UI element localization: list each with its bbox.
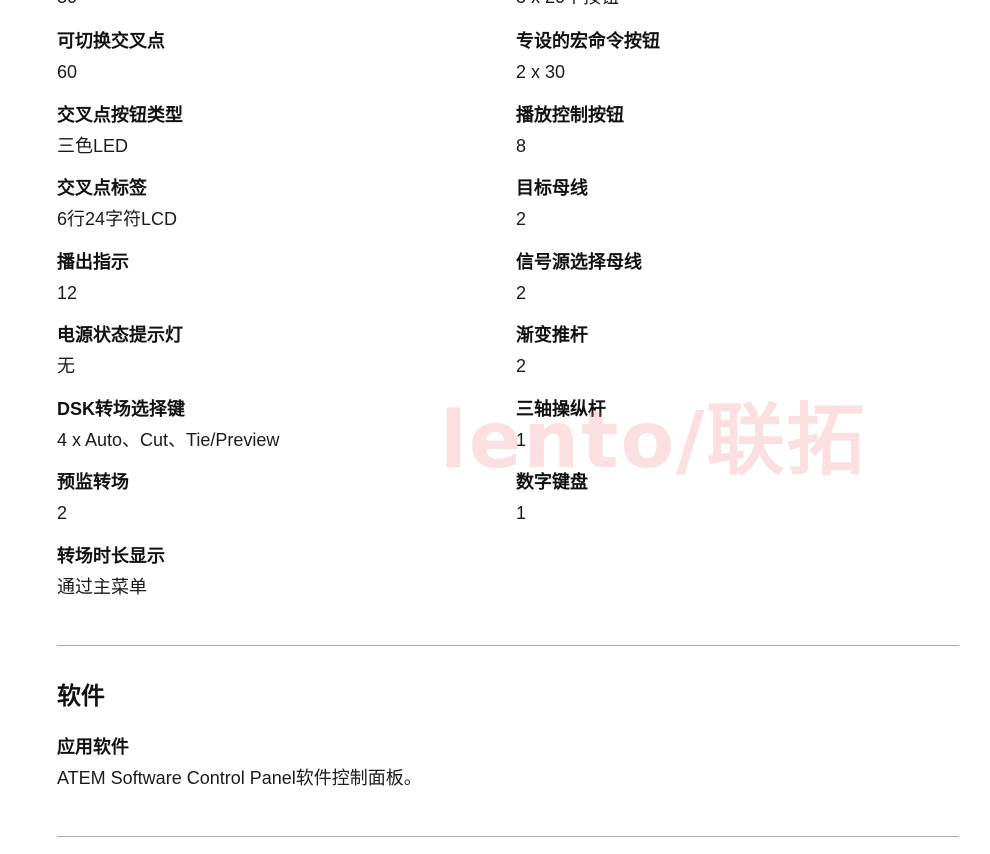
spec-value: 4 x Auto、Cut、Tie/Preview bbox=[57, 430, 280, 450]
spec-value: 2 bbox=[516, 283, 527, 303]
spec-label: 预监转场 bbox=[57, 472, 129, 492]
spec-label: 三轴操纵杆 bbox=[516, 399, 606, 419]
spec-label: 电源状态提示灯 bbox=[57, 325, 183, 345]
spec-value: 1 bbox=[516, 430, 527, 450]
spec-value: 60 bbox=[57, 62, 78, 82]
spec-label: 信号源选择母线 bbox=[516, 252, 642, 272]
spec-item-switchable-crosspoints: 可切换交叉点 60 bbox=[57, 30, 497, 83]
spec-item-crosspoint-button-type: 交叉点按钮类型 三色LED bbox=[57, 104, 497, 157]
spec-label: 交叉点按钮类型 bbox=[57, 105, 183, 125]
spec-item-crosspoint-labels: 交叉点标签 6行24字符LCD bbox=[57, 177, 497, 230]
spec-item-preview-transition: 预监转场 2 bbox=[57, 471, 497, 524]
spec-label: 目标母线 bbox=[516, 178, 588, 198]
spec-item-source-select-bus: 信号源选择母线 2 bbox=[516, 251, 956, 304]
spec-item-tally: 播出指示 12 bbox=[57, 251, 497, 304]
spec-label: 交叉点标签 bbox=[57, 178, 147, 198]
spec-label: 转场时长显示 bbox=[57, 546, 165, 566]
spec-value: 30 bbox=[57, 0, 77, 8]
spec-label: 播出指示 bbox=[57, 252, 129, 272]
spec-value: 12 bbox=[57, 283, 78, 303]
spec-value: 8 bbox=[516, 136, 527, 156]
spec-item-numeric-keypad: 数字键盘 1 bbox=[516, 471, 956, 524]
spec-item-transition-rate-display: 转场时长显示 通过主菜单 bbox=[57, 545, 497, 598]
spec-value: 三色LED bbox=[57, 136, 129, 156]
section-divider-bottom bbox=[57, 836, 959, 837]
spec-value: 1 bbox=[516, 503, 527, 523]
spec-item-macro-buttons: 专设的宏命令按钮 2 x 30 bbox=[516, 30, 956, 83]
section-divider bbox=[57, 645, 959, 646]
spec-item-dsk-transition-keys: DSK转场选择键 4 x Auto、Cut、Tie/Preview bbox=[57, 398, 497, 451]
spec-value: 3 x 20个按钮 bbox=[516, 0, 619, 8]
spec-value: 2 bbox=[516, 209, 527, 229]
spec-item-destination-bus: 目标母线 2 bbox=[516, 177, 956, 230]
spec-label: DSK转场选择键 bbox=[57, 399, 186, 419]
spec-label: 渐变推杆 bbox=[516, 325, 588, 345]
spec-value: 2 bbox=[57, 503, 68, 523]
spec-value: 无 bbox=[57, 356, 75, 376]
spec-item-fader-bar: 渐变推杆 2 bbox=[516, 324, 956, 377]
spec-item-joystick: 三轴操纵杆 1 bbox=[516, 398, 956, 451]
spec-value: 2 bbox=[516, 356, 527, 376]
spec-value: ATEM Software Control Panel软件控制面板。 bbox=[57, 768, 422, 788]
spec-item-playback-buttons: 播放控制按钮 8 bbox=[516, 104, 956, 157]
spec-label: 可切换交叉点 bbox=[57, 31, 165, 51]
spec-item-software: 应用软件 ATEM Software Control Panel软件控制面板。 bbox=[57, 736, 957, 789]
spec-label: 应用软件 bbox=[57, 737, 129, 757]
spec-value: 6行24字符LCD bbox=[57, 209, 178, 229]
spec-label: 数字键盘 bbox=[516, 472, 588, 492]
section-title-software: 软件 bbox=[57, 683, 105, 710]
spec-label: 专设的宏命令按钮 bbox=[516, 31, 660, 51]
spec-value: 通过主菜单 bbox=[57, 577, 147, 597]
spec-item-power-status-led: 电源状态提示灯 无 bbox=[57, 324, 497, 377]
spec-value: 2 x 30 bbox=[516, 62, 566, 82]
spec-label: 播放控制按钮 bbox=[516, 105, 624, 125]
